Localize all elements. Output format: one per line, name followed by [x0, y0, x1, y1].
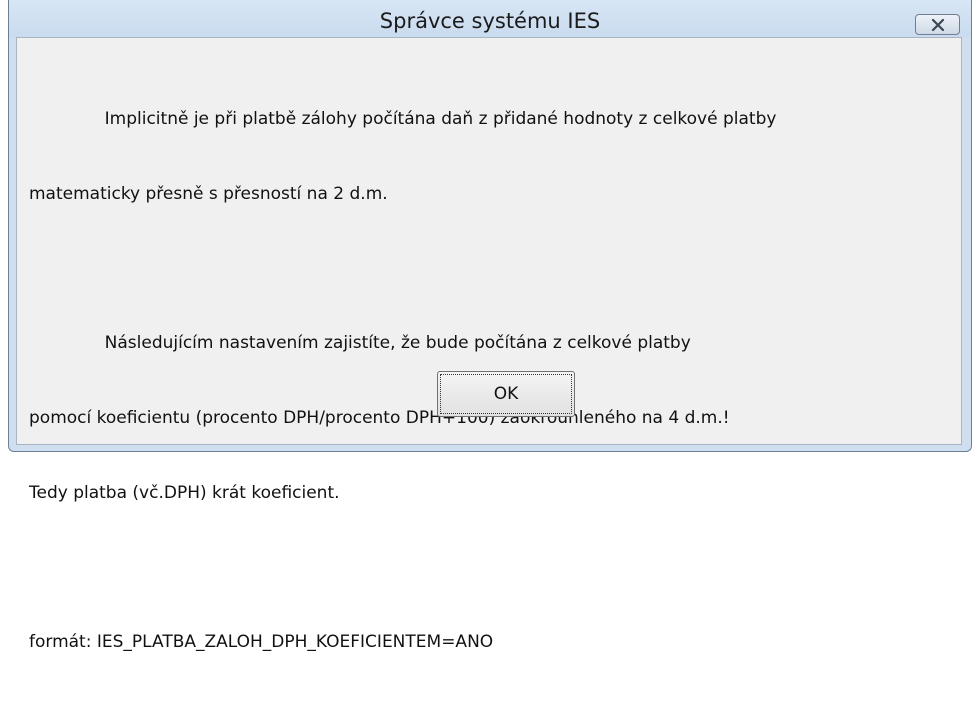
message-line: Tedy platba (vč.DPH) krát koeficient. — [29, 483, 340, 503]
close-button[interactable] — [915, 14, 960, 35]
dialog-window: Správce systému IES Implicitně je při pl… — [8, 0, 972, 652]
message-line: Následujícím nastavením zajistíte, že bu… — [29, 333, 691, 353]
message-line: Implicitně je při platbě zálohy počítána… — [29, 109, 777, 129]
ok-button[interactable]: OK — [437, 371, 575, 417]
message-line: pomocí koeficientu (procento DPH/procent… — [29, 408, 730, 428]
window-title: Správce systému IES — [379, 9, 601, 33]
format-line: formát: IES_PLATBA_ZALOH_DPH_KOEFICIENTE… — [29, 632, 494, 652]
message-line: matematicky přesně s přesností na 2 d.m. — [29, 184, 388, 204]
title-bar[interactable]: Správce systému IES — [9, 0, 971, 37]
message-text: Implicitně je při platbě zálohy počítána… — [29, 57, 776, 705]
close-icon — [931, 19, 945, 31]
